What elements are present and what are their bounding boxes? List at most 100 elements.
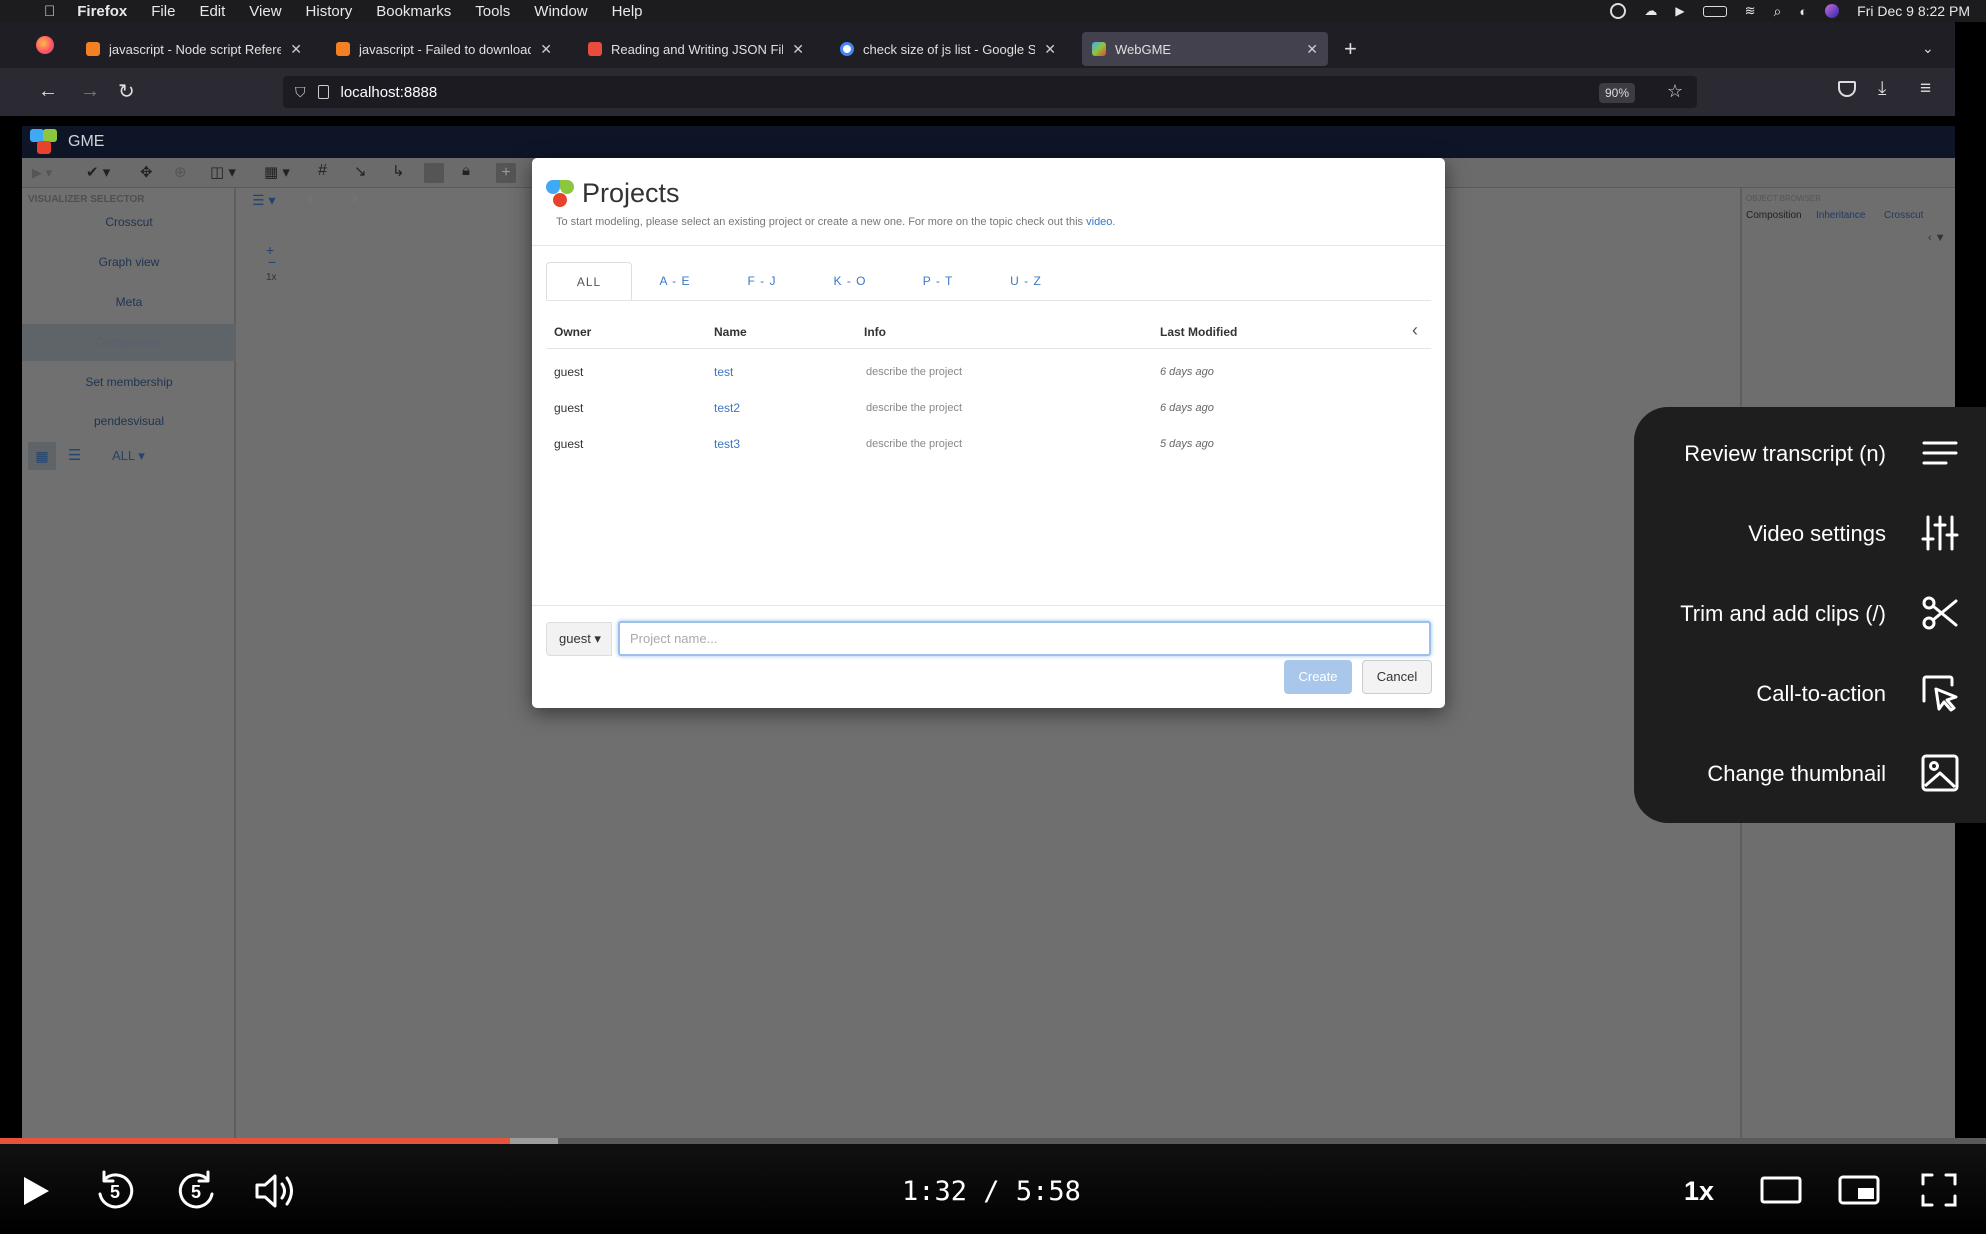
grid-icon[interactable]: ▦ ▾ bbox=[264, 163, 290, 181]
new-tab-icon[interactable]: + bbox=[1344, 38, 1357, 60]
video-settings-item[interactable]: Video settings bbox=[1748, 521, 1886, 547]
close-tab-icon[interactable]: ✕ bbox=[1044, 41, 1056, 58]
elbow-connection-icon[interactable]: ↳ bbox=[392, 162, 405, 180]
video-link[interactable]: video bbox=[1086, 216, 1112, 228]
grammarly-icon[interactable] bbox=[1610, 3, 1627, 19]
close-tab-icon[interactable]: ✕ bbox=[540, 41, 552, 58]
add-circle-icon[interactable]: ⊕ bbox=[174, 163, 187, 181]
tab-failed-download[interactable]: javascript - Failed to download a ✕ bbox=[326, 32, 562, 66]
tab-p-t[interactable]: P - T bbox=[894, 262, 982, 300]
canvas-forward-icon[interactable]: › bbox=[352, 190, 357, 208]
list-view-icon[interactable]: ☰ bbox=[68, 442, 81, 470]
row-name[interactable]: test2 bbox=[714, 401, 740, 415]
visualizer-set-membership[interactable]: Set membership bbox=[22, 364, 236, 401]
table-row[interactable]: guest test describe the project 6 days a… bbox=[546, 356, 1431, 390]
plus-box-icon[interactable]: + bbox=[496, 163, 516, 183]
playback-speed-button[interactable]: 1x bbox=[1684, 1176, 1714, 1207]
menu-firefox[interactable]: Firefox bbox=[77, 3, 127, 20]
menu-view[interactable]: View bbox=[249, 3, 281, 20]
create-button[interactable]: Create bbox=[1284, 660, 1352, 694]
visualizer-crosscut[interactable]: Crosscut bbox=[22, 204, 236, 241]
filter-all-dropdown[interactable]: ALL ▾ bbox=[112, 448, 145, 464]
column-info[interactable]: Info bbox=[864, 325, 886, 339]
change-thumbnail-item[interactable]: Change thumbnail bbox=[1707, 761, 1886, 787]
tab-all[interactable]: ALL bbox=[546, 262, 632, 300]
ob-tab-inheritance[interactable]: Inheritance bbox=[1816, 210, 1865, 221]
url-bar[interactable]: ⛉ localhost:8888 90% ☆ bbox=[283, 76, 1697, 108]
table-row[interactable]: guest test3 describe the project 5 days … bbox=[546, 428, 1431, 462]
skip-forward-button[interactable]: 5 bbox=[174, 1168, 218, 1212]
shield-icon[interactable]: ⛉ bbox=[295, 84, 306, 101]
tile-view-icon[interactable]: ▦ bbox=[28, 442, 56, 470]
firefox-view-icon[interactable] bbox=[36, 36, 54, 54]
ob-tab-crosscut[interactable]: Crosscut bbox=[1884, 210, 1923, 221]
skip-back-button[interactable]: 5 bbox=[94, 1168, 138, 1212]
close-tab-icon[interactable]: ✕ bbox=[792, 41, 804, 58]
tab-webgme[interactable]: WebGME ✕ bbox=[1082, 32, 1328, 66]
spotlight-search-icon[interactable]: ⌕ bbox=[1773, 3, 1781, 20]
back-icon[interactable]: ← bbox=[38, 80, 58, 103]
check-icon[interactable]: ✔ ▾ bbox=[86, 163, 110, 181]
visualizer-meta[interactable]: Meta bbox=[22, 284, 236, 321]
call-to-action-item[interactable]: Call-to-action bbox=[1756, 681, 1886, 707]
wifi-icon[interactable]: ≋ bbox=[1745, 3, 1756, 19]
review-transcript-item[interactable]: Review transcript (n) bbox=[1684, 441, 1886, 467]
menu-tools[interactable]: Tools bbox=[475, 3, 510, 20]
column-owner[interactable]: Owner bbox=[554, 325, 591, 339]
siri-icon[interactable] bbox=[1825, 4, 1840, 18]
tab-u-z[interactable]: U - Z bbox=[982, 262, 1070, 300]
visualizer-graph-view[interactable]: Graph view bbox=[22, 244, 236, 281]
visualizer-composition[interactable]: Composition bbox=[22, 324, 236, 361]
play-icon[interactable] bbox=[20, 1174, 52, 1208]
weather-icon[interactable]: ☁ bbox=[1644, 3, 1657, 19]
column-name[interactable]: Name bbox=[714, 325, 747, 339]
tab-f-j[interactable]: F - J bbox=[718, 262, 806, 300]
zoom-out-icon[interactable]: − bbox=[268, 254, 276, 270]
menu-window[interactable]: Window bbox=[534, 3, 587, 20]
canvas-back-icon[interactable]: ‹ bbox=[308, 190, 313, 208]
fullscreen-icon[interactable] bbox=[1920, 1172, 1958, 1208]
hash-icon[interactable]: # bbox=[318, 162, 327, 180]
menubar-clock[interactable]: Fri Dec 9 8:22 PM bbox=[1857, 3, 1970, 19]
visualizer-pendesvisual[interactable]: pendesvisual bbox=[22, 403, 236, 440]
tab-node-script[interactable]: javascript - Node script Referen ✕ bbox=[76, 32, 312, 66]
move-icon[interactable]: ✥ bbox=[140, 163, 153, 181]
close-tab-icon[interactable]: ✕ bbox=[290, 41, 302, 58]
apple-icon[interactable]:  bbox=[44, 3, 55, 20]
play-icon[interactable]: ▶ ▾ bbox=[32, 165, 52, 181]
trim-add-clips-item[interactable]: Trim and add clips (/) bbox=[1680, 601, 1886, 627]
tab-google-search[interactable]: check size of js list - Google Se ✕ bbox=[830, 32, 1066, 66]
route-icon[interactable] bbox=[424, 163, 444, 183]
tab-k-o[interactable]: K - O bbox=[806, 262, 894, 300]
owner-select[interactable]: guest ▾ bbox=[546, 622, 612, 656]
row-name[interactable]: test bbox=[714, 365, 733, 379]
downloads-icon[interactable]: ⤓ bbox=[1878, 78, 1886, 100]
table-row[interactable]: guest test2 describe the project 6 days … bbox=[546, 392, 1431, 426]
connection-icon[interactable]: ↘ bbox=[354, 162, 367, 180]
project-name-input[interactable]: Project name... bbox=[618, 621, 1431, 656]
picture-in-picture-icon[interactable] bbox=[1838, 1174, 1880, 1206]
play-status-icon[interactable]: ▶ bbox=[1675, 4, 1684, 18]
theater-mode-icon[interactable] bbox=[1760, 1174, 1802, 1206]
control-center-icon[interactable]: ◐ bbox=[1799, 4, 1807, 19]
menu-edit[interactable]: Edit bbox=[199, 3, 225, 20]
menu-file[interactable]: File bbox=[151, 3, 175, 20]
canvas-list-icon[interactable]: ☰ ▾ bbox=[252, 192, 275, 209]
menu-history[interactable]: History bbox=[306, 3, 353, 20]
volume-icon[interactable] bbox=[254, 1172, 298, 1210]
zoom-indicator[interactable]: 90% bbox=[1598, 83, 1635, 103]
row-name[interactable]: test3 bbox=[714, 437, 740, 451]
collapse-chevron-icon[interactable]: ‹ bbox=[1412, 320, 1418, 341]
ob-tab-composition[interactable]: Composition bbox=[1746, 210, 1802, 221]
tab-a-e[interactable]: A - E bbox=[632, 262, 718, 300]
cancel-button[interactable]: Cancel bbox=[1362, 660, 1432, 694]
lock-icon[interactable]: 🔒︎ bbox=[462, 162, 470, 179]
close-tab-icon[interactable]: ✕ bbox=[1306, 41, 1318, 58]
reload-icon[interactable]: ↻ bbox=[118, 79, 135, 104]
url-text[interactable]: localhost:8888 bbox=[341, 84, 438, 101]
menu-bookmarks[interactable]: Bookmarks bbox=[376, 3, 451, 20]
bookmark-star-icon[interactable]: ☆ bbox=[1667, 81, 1683, 102]
hamburger-menu-icon[interactable]: ≡ bbox=[1920, 78, 1931, 100]
layout-icon[interactable]: ◫ ▾ bbox=[210, 163, 236, 181]
filter-icon[interactable]: ‹ ▼ bbox=[1928, 232, 1946, 244]
